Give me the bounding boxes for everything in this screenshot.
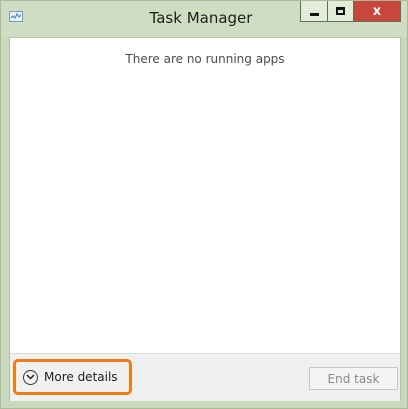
task-manager-icon xyxy=(9,11,23,22)
window-title: Task Manager xyxy=(149,9,253,27)
more-details-label: More details xyxy=(44,370,118,384)
app-list-area: There are no running apps More details E… xyxy=(9,37,401,401)
chevron-down-circle-icon xyxy=(23,369,38,385)
minimize-icon xyxy=(309,12,319,16)
maximize-button[interactable] xyxy=(327,1,354,22)
maximize-icon xyxy=(336,7,345,15)
task-manager-window: Task Manager x There are no running apps… xyxy=(0,0,408,409)
title-bar[interactable]: Task Manager x xyxy=(1,1,407,37)
close-button[interactable]: x xyxy=(353,1,401,22)
more-details-button[interactable]: More details xyxy=(13,359,132,395)
minimize-button[interactable] xyxy=(300,1,328,22)
bottom-bar: More details End task xyxy=(10,353,400,401)
end-task-button[interactable]: End task xyxy=(309,367,398,390)
empty-message: There are no running apps xyxy=(125,52,285,66)
close-icon: x xyxy=(372,3,382,19)
